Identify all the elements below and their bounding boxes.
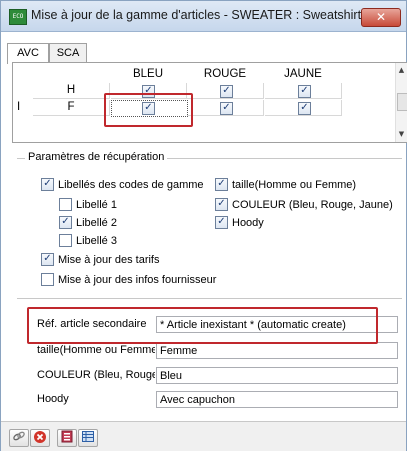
checkbox-libelle-3[interactable] (59, 234, 72, 247)
checkbox-maj-fournisseur[interactable] (41, 273, 54, 286)
bottom-toolbar (1, 421, 406, 451)
app-icon: ECO (9, 9, 27, 25)
column-header-rouge: ROUGE (203, 68, 247, 80)
window-title: Mise à jour de la gamme d'articles - SWE… (31, 8, 362, 22)
link-icon[interactable] (9, 429, 29, 447)
checkbox-f-jaune[interactable]: ✓ (298, 102, 311, 115)
checkbox-maj-tarifs[interactable]: ✓ (41, 253, 54, 266)
checkbox-libelle-2[interactable]: ✓ (59, 216, 72, 229)
checkbox-h-rouge[interactable]: ✓ (220, 85, 233, 98)
row-cursor-icon: I (17, 101, 21, 113)
label-taille: taille(Homme ou Femme) (37, 344, 155, 356)
input-hoody[interactable]: Avec capuchon (156, 391, 398, 408)
scroll-down-icon[interactable]: ▼ (396, 127, 407, 141)
book-icon[interactable] (57, 429, 77, 447)
label-hoody: Hoody (37, 393, 69, 405)
tab-avc[interactable]: AVC (7, 43, 49, 64)
input-taille[interactable]: Femme (156, 342, 398, 359)
column-header-bleu: BLEU (132, 68, 164, 80)
checkbox-taille[interactable]: ✓ (215, 178, 228, 191)
scroll-thumb[interactable] (397, 93, 407, 111)
tab-sca[interactable]: SCA (49, 43, 87, 63)
checkbox-libelles-codes[interactable]: ✓ (41, 178, 54, 191)
cancel-icon[interactable] (30, 429, 50, 447)
grid-scrollbar[interactable]: ▲ ▼ (395, 63, 407, 142)
row-label-h: H (33, 83, 110, 99)
dialog-window: ECO Mise à jour de la gamme d'articles -… (0, 0, 407, 451)
row-label-f: F (33, 100, 110, 116)
title-bar: ECO Mise à jour de la gamme d'articles -… (1, 1, 406, 32)
highlight-box-grid (104, 93, 193, 127)
input-couleur[interactable]: Bleu (156, 367, 398, 384)
close-button[interactable]: ✕ (361, 8, 401, 27)
checkbox-h-jaune[interactable]: ✓ (298, 85, 311, 98)
checkbox-couleur[interactable]: ✓ (215, 198, 228, 211)
params-group-title: Paramètres de récupération (25, 151, 168, 163)
label-couleur: COULEUR (Bleu, Rouge, (37, 369, 155, 381)
highlight-box-reference (27, 307, 378, 344)
checkbox-hoody[interactable]: ✓ (215, 216, 228, 229)
range-grid: BLEU ROUGE JAUNE H ✓ ✓ ✓ I F ✓ ✓ ✓ ▲ ▼ (12, 62, 407, 143)
section-divider (17, 298, 402, 299)
table-icon[interactable] (78, 429, 98, 447)
scroll-up-icon[interactable]: ▲ (396, 63, 407, 77)
checkbox-libelle-1[interactable] (59, 198, 72, 211)
checkbox-f-rouge[interactable]: ✓ (220, 102, 233, 115)
column-header-jaune: JAUNE (284, 68, 322, 80)
